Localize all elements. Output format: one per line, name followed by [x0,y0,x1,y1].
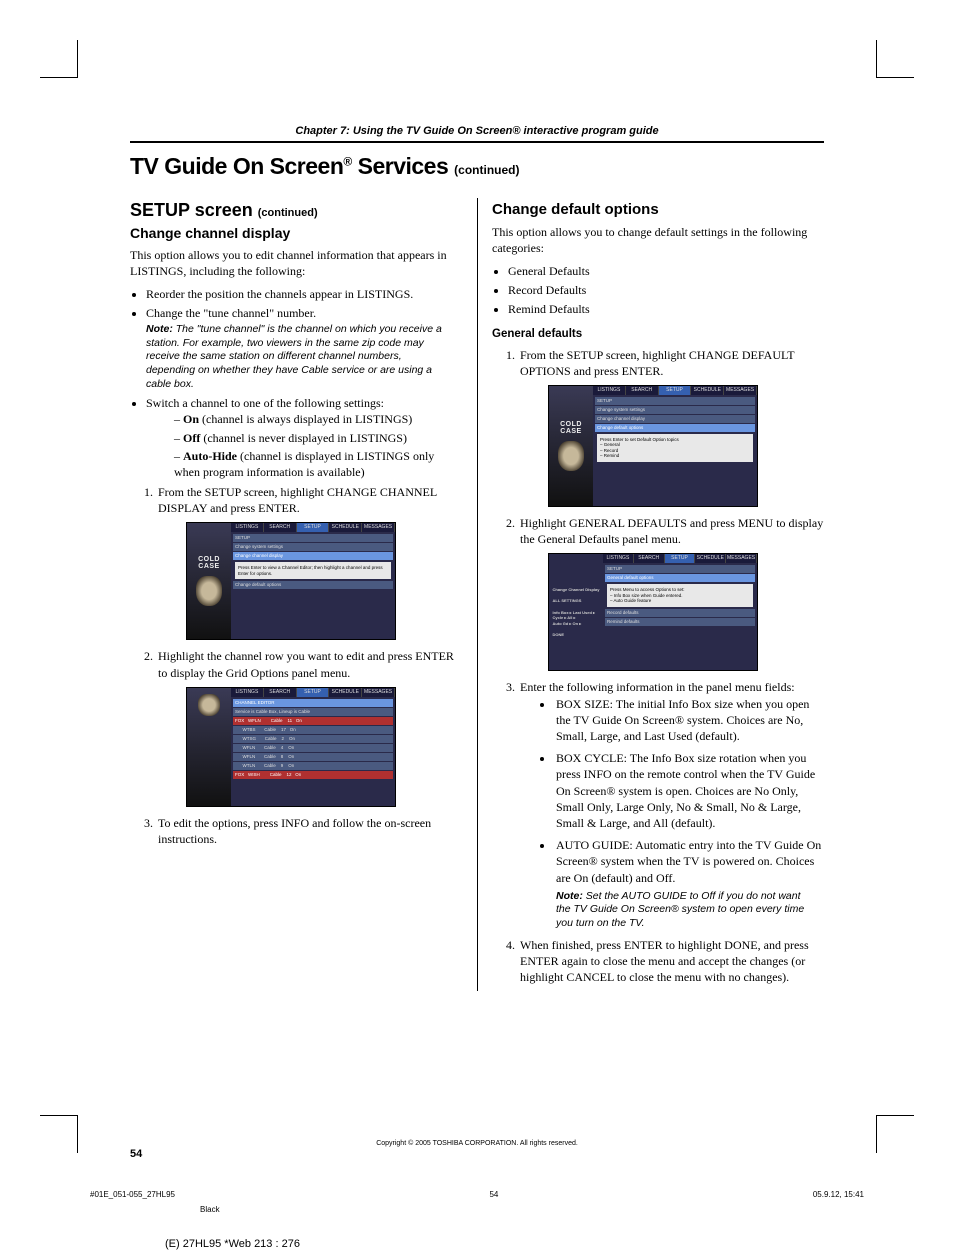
web-line: (E) 27HL95 *Web 213 : 276 [165,1238,300,1250]
note-text: The "tune channel" is the channel on whi… [146,323,442,390]
gd-step-3: Enter the following information in the p… [518,679,824,930]
left-column: SETUP screen (continued) Change channel … [130,198,477,991]
auto-guide-text: AUTO GUIDE: Automatic entry into the TV … [556,838,821,884]
switch-autohide: Auto-Hide (channel is displayed in LISTI… [174,448,463,480]
cdo-record: Record Defaults [508,282,824,298]
print-color: Black [200,1205,220,1214]
ccd-bullet-tune: Change the "tune channel" number. Note: … [146,305,463,391]
ccd-bullet-reorder: Reorder the position the channels appear… [146,286,463,302]
box-size-item: BOX SIZE: The initial Info Box size when… [554,696,824,745]
change-channel-display-heading: Change channel display [130,224,463,243]
note-label-2: Note: [556,890,586,902]
change-default-options-heading: Change default options [492,200,824,220]
switch-on-b: On [183,412,199,426]
page-footer: 54 Copyright © 2005 TOSHIBA CORPORATION.… [130,1140,824,1147]
ccd-bullet-tune-text: Change the "tune channel" number. [146,306,316,320]
right-column: Change default options This option allow… [477,198,824,991]
cdo-intro: This option allows you to change default… [492,224,824,256]
crop-mark-tl [40,40,78,78]
cdo-general: General Defaults [508,263,824,279]
setup-heading-text: SETUP screen [130,200,258,220]
screenshot-change-channel-display: COLDCASE LISTINGSSEARCHSETUPSCHEDULEMESS… [186,522,396,640]
copyright-text: Copyright © 2005 TOSHIBA CORPORATION. Al… [376,1140,578,1147]
screenshot-general-defaults-panel: Change Channel DisplayALL SETTINGSInfo B… [548,553,758,671]
switch-off: Off (channel is never displayed in LISTI… [174,430,463,446]
auto-guide-item: AUTO GUIDE: Automatic entry into the TV … [554,837,824,930]
switch-on: On (channel is always displayed in LISTI… [174,411,463,427]
note-label: Note: [146,323,176,335]
title-continued: (continued) [454,163,519,177]
print-timestamp: 05.9.12, 15:41 [813,1190,864,1199]
setup-heading: SETUP screen (continued) [130,198,463,222]
box-cycle-item: BOX CYCLE: The Info Box size rotation wh… [554,750,824,831]
cdo-remind: Remind Defaults [508,301,824,317]
general-defaults-heading: General defaults [492,327,824,343]
reg-mark: ® [343,154,351,168]
page-content: Chapter 7: Using the TV Guide On Screen®… [130,125,824,991]
setup-heading-cont: (continued) [258,207,318,219]
switch-off-t: (channel is never displayed in LISTINGS) [200,431,407,445]
chapter-header: Chapter 7: Using the TV Guide On Screen®… [130,125,824,143]
ccd-bullet-switch-text: Switch a channel to one of the following… [146,396,384,410]
gd-step-3-text: Enter the following information in the p… [520,680,795,694]
gd-step-2: Highlight GENERAL DEFAULTS and press MEN… [518,515,824,671]
screenshot-channel-editor: LISTINGSSEARCHSETUPSCHEDULEMESSAGES CHAN… [186,687,396,807]
switch-on-t: (channel is always displayed in LISTINGS… [199,412,412,426]
ccd-intro: This option allows you to edit channel i… [130,247,463,279]
page-number: 54 [130,1148,142,1160]
ccd-step-2-text: Highlight the channel row you want to ed… [158,649,454,679]
gd-step-2-text: Highlight GENERAL DEFAULTS and press MEN… [520,516,823,546]
switch-off-b: Off [183,431,200,445]
ccd-step-2: Highlight the channel row you want to ed… [156,648,463,806]
ccd-step-1: From the SETUP screen, highlight CHANGE … [156,484,463,640]
crop-mark-bl [40,1115,78,1153]
gd-step-1-text: From the SETUP screen, highlight CHANGE … [520,348,794,378]
gd-step-4: When finished, press ENTER to highlight … [518,937,824,986]
tune-channel-note: Note: The "tune channel" is the channel … [146,323,463,391]
ccd-step-1-text: From the SETUP screen, highlight CHANGE … [158,485,437,515]
page-title: TV Guide On Screen® Services (continued) [130,153,824,180]
print-page: 54 [489,1190,498,1199]
print-file: #01E_051-055_27HL95 [90,1190,175,1199]
gd-step-1: From the SETUP screen, highlight CHANGE … [518,347,824,507]
print-info-line: #01E_051-055_27HL95 54 05.9.12, 15:41 [90,1190,864,1199]
screenshot-change-default-options: COLDCASE LISTINGSSEARCHSETUPSCHEDULEMESS… [548,385,758,507]
crop-mark-br [876,1115,914,1153]
crop-mark-tr [876,40,914,78]
switch-ah-b: Auto-Hide [183,449,237,463]
title-part-a: TV Guide On Screen [130,153,343,179]
auto-guide-note-text: Set the AUTO GUIDE to Off if you do not … [556,890,804,929]
auto-guide-note: Note: Set the AUTO GUIDE to Off if you d… [556,890,824,931]
title-part-b: Services [352,153,454,179]
ccd-step-3: To edit the options, press INFO and foll… [156,815,463,847]
ccd-bullet-switch: Switch a channel to one of the following… [146,395,463,480]
